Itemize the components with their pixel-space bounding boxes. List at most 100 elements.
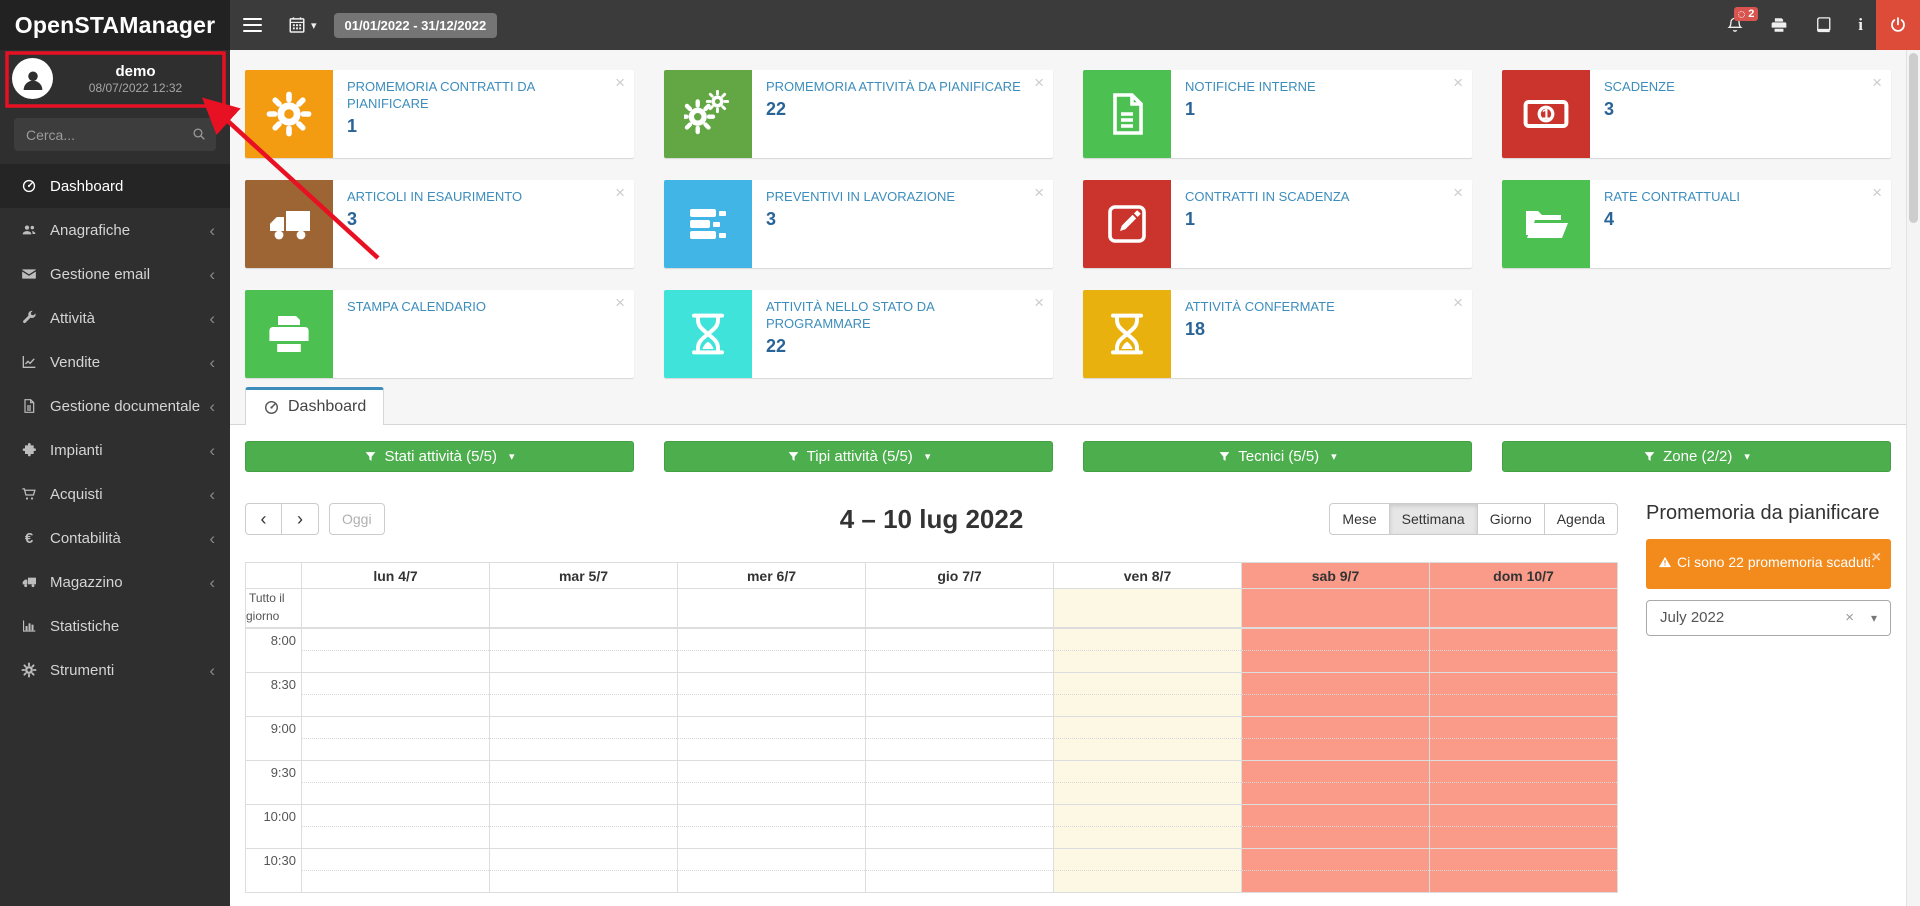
search-input[interactable] — [14, 118, 216, 151]
close-icon[interactable]: × — [1034, 183, 1044, 203]
calendar-cell[interactable] — [489, 717, 677, 760]
widget-card-preventivi[interactable]: PREVENTIVI IN LAVORAZIONE 3 × — [664, 180, 1053, 268]
view-giorno-button[interactable]: Giorno — [1478, 503, 1545, 535]
calendar-cell-today[interactable] — [1053, 849, 1241, 892]
sidebar-item-impianti[interactable]: Impianti ‹ — [0, 428, 230, 472]
widget-card-promemoria-attivita[interactable]: PROMEMORIA ATTIVITÀ DA PIANIFICARE 22 × — [664, 70, 1053, 158]
calendar-cell[interactable] — [489, 589, 677, 627]
close-icon[interactable]: × — [1453, 293, 1463, 313]
next-button[interactable]: › — [282, 503, 319, 535]
widget-card-promemoria-contratti[interactable]: PROMEMORIA CONTRATTI DA PIANIFICARE 1 × — [245, 70, 634, 158]
user-panel[interactable]: demo 08/07/2022 12:32 — [0, 50, 230, 107]
calendar-cell-weekend[interactable] — [1241, 589, 1429, 627]
calendar-cell[interactable] — [301, 629, 489, 672]
calendar-cell-weekend[interactable] — [1429, 717, 1617, 760]
calendar-cell[interactable] — [677, 717, 865, 760]
calendar-dropdown-button[interactable]: ▾ — [275, 0, 330, 50]
widget-card-stampa-calendario[interactable]: STAMPA CALENDARIO × — [245, 290, 634, 378]
sidebar-item-dashboard[interactable]: Dashboard — [0, 164, 230, 208]
info-button[interactable]: i — [1845, 0, 1876, 50]
calendar-cell[interactable] — [865, 717, 1053, 760]
calendar-cell-today[interactable] — [1053, 717, 1241, 760]
calendar-cell[interactable] — [865, 805, 1053, 848]
calendar-cell-today[interactable] — [1053, 761, 1241, 804]
prev-button[interactable]: ‹ — [245, 503, 282, 535]
calendar-cell[interactable] — [677, 629, 865, 672]
close-icon[interactable]: × — [1034, 73, 1044, 93]
calendar-cell[interactable] — [301, 673, 489, 716]
sidebar-item-magazzino[interactable]: Magazzino ‹ — [0, 560, 230, 604]
calendar-cell[interactable] — [489, 629, 677, 672]
view-mese-button[interactable]: Mese — [1329, 503, 1389, 535]
close-icon[interactable]: × — [615, 183, 625, 203]
sidebar-item-gestione-email[interactable]: Gestione email ‹ — [0, 252, 230, 296]
calendar-cell-today[interactable] — [1053, 629, 1241, 672]
calendar-cell-weekend[interactable] — [1429, 589, 1617, 627]
chevron-down-icon[interactable]: ▾ — [1871, 611, 1877, 625]
widget-card-attivita-da-programmare[interactable]: ATTIVITÀ NELLO STATO DA PROGRAMMARE 22 × — [664, 290, 1053, 378]
calendar-cell-weekend[interactable] — [1429, 673, 1617, 716]
sidebar-item-vendite[interactable]: Vendite ‹ — [0, 340, 230, 384]
filter-tecnici[interactable]: Tecnici (5/5) ▾ — [1083, 441, 1472, 472]
close-icon[interactable]: × — [615, 293, 625, 313]
calendar-cell-weekend[interactable] — [1241, 805, 1429, 848]
search-icon[interactable] — [191, 126, 207, 147]
calendar-cell[interactable] — [301, 805, 489, 848]
calendar-cell[interactable] — [865, 629, 1053, 672]
calendar-cell[interactable] — [677, 673, 865, 716]
tab-dashboard[interactable]: Dashboard — [245, 387, 384, 425]
close-icon[interactable]: × — [1872, 73, 1882, 93]
close-icon[interactable]: × — [615, 73, 625, 93]
calendar-cell-weekend[interactable] — [1241, 761, 1429, 804]
filter-tipi-attivita[interactable]: Tipi attività (5/5) ▾ — [664, 441, 1053, 472]
calendar-cell-today[interactable] — [1053, 805, 1241, 848]
calendar-cell-weekend[interactable] — [1429, 761, 1617, 804]
filter-zone[interactable]: Zone (2/2) ▾ — [1502, 441, 1891, 472]
calendar-cell-today[interactable] — [1053, 673, 1241, 716]
calendar-cell[interactable] — [677, 849, 865, 892]
notifications-button[interactable]: 2 — [1713, 0, 1757, 50]
calendar-cell[interactable] — [865, 673, 1053, 716]
calendar-cell[interactable] — [865, 849, 1053, 892]
sidebar-item-contabilita[interactable]: € Contabilità ‹ — [0, 516, 230, 560]
calendar-cell[interactable] — [489, 761, 677, 804]
sidebar-item-attivita[interactable]: Attività ‹ — [0, 296, 230, 340]
calendar-cell[interactable] — [301, 761, 489, 804]
calendar-cell-weekend[interactable] — [1241, 673, 1429, 716]
calendar-cell[interactable] — [489, 805, 677, 848]
close-icon[interactable]: × — [1034, 293, 1044, 313]
month-select[interactable]: July 2022 × ▾ — [1646, 600, 1891, 636]
calendar-cell[interactable] — [865, 761, 1053, 804]
scrollbar[interactable] — [1906, 50, 1920, 906]
calendar-cell[interactable] — [865, 589, 1053, 627]
widget-card-notifiche-interne[interactable]: NOTIFICHE INTERNE 1 × — [1083, 70, 1472, 158]
sidebar-toggle-button[interactable] — [230, 0, 275, 50]
filter-stati-attivita[interactable]: Stati attività (5/5) ▾ — [245, 441, 634, 472]
calendar-cell[interactable] — [301, 849, 489, 892]
sidebar-item-anagrafiche[interactable]: Anagrafiche ‹ — [0, 208, 230, 252]
close-icon[interactable]: × — [1453, 73, 1463, 93]
calendar-cell-weekend[interactable] — [1241, 717, 1429, 760]
calendar-cell-weekend[interactable] — [1429, 805, 1617, 848]
widget-card-articoli-esaurimento[interactable]: ARTICOLI IN ESAURIMENTO 3 × — [245, 180, 634, 268]
view-settimana-button[interactable]: Settimana — [1390, 503, 1478, 535]
calendar-cell[interactable] — [677, 761, 865, 804]
calendar-cell[interactable] — [677, 589, 865, 627]
widget-card-rate-contrattuali[interactable]: RATE CONTRATTUALI 4 × — [1502, 180, 1891, 268]
close-icon[interactable]: × — [1872, 546, 1881, 571]
scrollbar-thumb[interactable] — [1909, 53, 1918, 223]
period-badge[interactable]: 01/01/2022 - 31/12/2022 — [334, 13, 498, 38]
calendar-cell-weekend[interactable] — [1429, 849, 1617, 892]
widget-card-attivita-confermate[interactable]: ATTIVITÀ CONFERMATE 18 × — [1083, 290, 1472, 378]
close-icon[interactable]: × — [1872, 183, 1882, 203]
calendar-cell-weekend[interactable] — [1241, 849, 1429, 892]
sidebar-item-gestione-documentale[interactable]: Gestione documentale ‹ — [0, 384, 230, 428]
logout-button[interactable] — [1876, 0, 1920, 50]
close-icon[interactable]: × — [1453, 183, 1463, 203]
calendar-cell[interactable] — [677, 805, 865, 848]
widget-card-scadenze[interactable]: SCADENZE 3 × — [1502, 70, 1891, 158]
calendar-cell-weekend[interactable] — [1241, 629, 1429, 672]
widget-card-contratti-scadenza[interactable]: CONTRATTI IN SCADENZA 1 × — [1083, 180, 1472, 268]
sidebar-item-strumenti[interactable]: Strumenti ‹ — [0, 648, 230, 692]
calendar-cell[interactable] — [301, 717, 489, 760]
